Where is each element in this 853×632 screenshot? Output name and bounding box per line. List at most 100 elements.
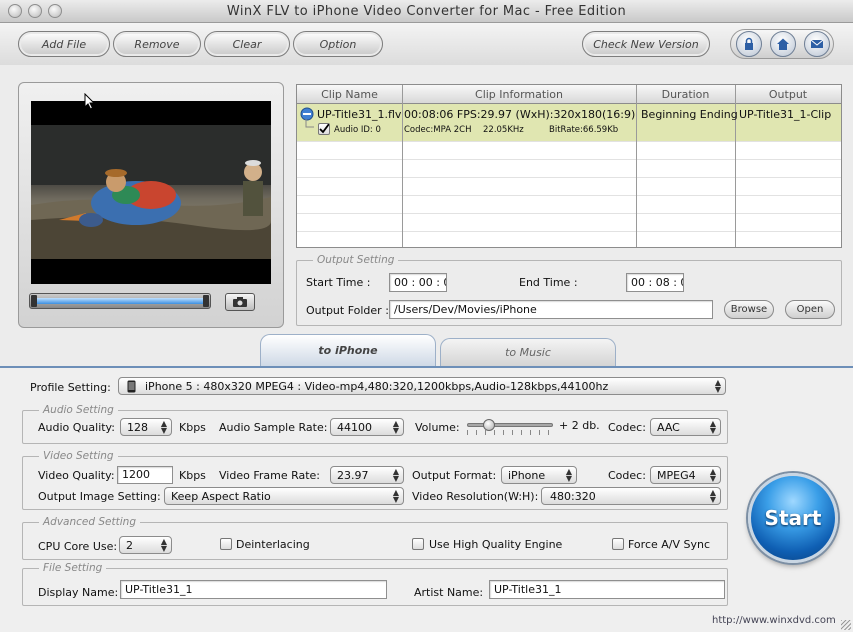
audio-codec-select[interactable]: AAC ▲ ▼ xyxy=(650,418,721,436)
title-bar: WinX FLV to iPhone Video Converter for M… xyxy=(0,0,853,23)
remove-button[interactable]: Remove xyxy=(113,31,201,57)
output-image-setting-select[interactable]: Keep Aspect Ratio ▲ ▼ xyxy=(164,487,404,505)
video-frame-rate-value: 23.97 xyxy=(337,469,369,482)
home-button[interactable] xyxy=(770,31,796,57)
open-button[interactable]: Open xyxy=(785,300,835,319)
tree-connector-icon xyxy=(305,119,314,128)
output-folder-field[interactable]: /Users/Dev/Movies/iPhone xyxy=(389,300,713,319)
output-image-setting-label: Output Image Setting: xyxy=(38,490,161,503)
output-format-value: iPhone xyxy=(508,469,546,482)
file-setting-group: File Setting Display Name: UP-Title31_1 … xyxy=(22,562,728,606)
cpu-core-label: CPU Core Use: xyxy=(38,540,118,553)
seek-bar[interactable] xyxy=(29,293,211,309)
window-title: WinX FLV to iPhone Video Converter for M… xyxy=(226,4,627,19)
check-version-button[interactable]: Check New Version xyxy=(582,31,710,57)
profile-select[interactable]: iPhone 5 : 480x320 MPEG4 : Video-mp4,480… xyxy=(118,377,726,395)
output-setting-legend: Output Setting xyxy=(313,254,399,266)
advanced-setting-legend: Advanced Setting xyxy=(39,516,140,528)
video-frame-rate-select[interactable]: 23.97 ▲ ▼ xyxy=(330,466,404,484)
artist-name-label: Artist Name: xyxy=(414,586,484,599)
video-codec-select[interactable]: MPEG4 ▲ ▼ xyxy=(650,466,721,484)
display-name-field[interactable]: UP-Title31_1 xyxy=(120,580,387,599)
cpu-core-value: 2 xyxy=(126,539,133,552)
audio-track-checkbox[interactable] xyxy=(318,123,330,135)
volume-ticks xyxy=(467,430,553,435)
select-arrows-icon: ▲ ▼ xyxy=(392,419,399,435)
audio-kbps-label: Kbps xyxy=(179,421,206,434)
end-time-field[interactable]: 00 : 08 : 06 xyxy=(626,273,684,292)
audio-codec-value: AAC xyxy=(657,421,680,434)
select-arrows-icon: ▲ ▼ xyxy=(709,488,716,504)
audio-bitrate-label: BitRate:66.59Kb xyxy=(549,125,619,135)
video-preview-panel xyxy=(18,82,284,328)
start-time-field[interactable]: 00 : 00 : 00 xyxy=(389,273,447,292)
advanced-setting-group: Advanced Setting CPU Core Use: 2 ▲ ▼ Deint… xyxy=(22,516,728,560)
file-setting-legend: File Setting xyxy=(39,562,107,574)
option-button[interactable]: Option xyxy=(293,31,383,57)
checkmark-icon xyxy=(319,124,329,134)
column-header-duration[interactable]: Duration xyxy=(636,88,735,101)
footer-website-link[interactable]: http://www.winxdvd.com xyxy=(712,615,836,626)
audio-setting-legend: Audio Setting xyxy=(39,404,118,416)
clear-button[interactable]: Clear xyxy=(204,31,290,57)
tab-to-iphone[interactable]: to iPhone xyxy=(260,334,436,366)
clip-output-cell[interactable]: UP-Title31_1-Clip xyxy=(739,108,831,121)
lock-icon xyxy=(745,37,753,50)
profile-value: iPhone 5 : 480x320 MPEG4 : Video-mp4,480… xyxy=(145,380,609,393)
settings-panel: Profile Setting: iPhone 5 : 480x320 MPEG… xyxy=(0,368,853,632)
video-frame-image xyxy=(31,125,271,259)
audio-id-label: Audio ID: 0 xyxy=(334,125,381,135)
display-name-label: Display Name: xyxy=(38,586,119,599)
seek-start-marker[interactable] xyxy=(31,295,37,307)
audio-sample-rate-select[interactable]: 44100 ▲ ▼ xyxy=(330,418,404,436)
select-arrows-icon: ▲ ▼ xyxy=(392,488,399,504)
video-setting-group: Video Setting Video Quality: 1200 Kbps V… xyxy=(22,450,728,510)
clip-duration-cell[interactable]: Beginning Ending xyxy=(641,108,738,121)
select-arrows-icon: ▲ ▼ xyxy=(709,419,716,435)
video-quality-field[interactable]: 1200 xyxy=(117,466,173,484)
audio-freq-label: 22.05KHz xyxy=(483,125,524,135)
clip-info-cell: 00:08:06 FPS:29.97 (WxH):320x180(16:9) xyxy=(404,108,636,121)
audio-codec-label: Codec: xyxy=(608,421,646,434)
camera-icon xyxy=(233,297,247,307)
email-button[interactable] xyxy=(804,31,830,57)
clip-name-cell: UP-Title31_1.flv xyxy=(317,108,402,121)
column-header-output[interactable]: Output xyxy=(735,88,841,101)
start-button[interactable]: Start xyxy=(748,473,838,563)
add-file-button[interactable]: Add File xyxy=(18,31,110,57)
column-header-clip-info[interactable]: Clip Information xyxy=(402,88,636,101)
snapshot-button[interactable] xyxy=(225,293,255,311)
video-resolution-select[interactable]: 480:320 ▲ ▼ xyxy=(541,487,721,505)
deinterlacing-label: Deinterlacing xyxy=(236,538,310,551)
output-image-setting-value: Keep Aspect Ratio xyxy=(171,490,271,503)
end-time-label: End Time : xyxy=(519,276,578,289)
browse-button[interactable]: Browse xyxy=(724,300,774,319)
video-quality-label: Video Quality: xyxy=(38,469,115,482)
mouse-cursor-icon xyxy=(84,93,96,110)
account-button[interactable] xyxy=(736,31,762,57)
column-header-clip-name[interactable]: Clip Name xyxy=(297,88,402,101)
volume-slider[interactable] xyxy=(467,423,553,427)
high-quality-engine-checkbox[interactable] xyxy=(412,538,424,550)
tab-to-music[interactable]: to Music xyxy=(440,338,616,366)
select-arrows-icon: ▲ ▼ xyxy=(565,467,572,483)
deinterlacing-checkbox[interactable] xyxy=(220,538,232,550)
audio-setting-group: Audio Setting Audio Quality: 128 ▲ ▼ Kbps … xyxy=(22,404,728,444)
select-arrows-icon: ▲ ▼ xyxy=(714,378,721,394)
artist-name-field[interactable]: UP-Title31_1 xyxy=(489,580,725,599)
select-arrows-icon: ▲ ▼ xyxy=(160,537,167,553)
force-av-sync-checkbox[interactable] xyxy=(612,538,624,550)
force-av-sync-label: Force A/V Sync xyxy=(628,538,711,551)
audio-quality-select[interactable]: 128 ▲ ▼ xyxy=(120,418,172,436)
high-quality-engine-label: Use High Quality Engine xyxy=(429,538,563,551)
output-setting-group: Output Setting Start Time : 00 : 00 : 00… xyxy=(296,254,842,326)
resize-grip-icon[interactable] xyxy=(841,620,851,630)
volume-label: Volume: xyxy=(415,421,460,434)
cpu-core-select[interactable]: 2 ▲ ▼ xyxy=(119,536,172,554)
iphone-device-icon xyxy=(127,380,136,393)
audio-quality-label: Audio Quality: xyxy=(38,421,115,434)
output-format-select[interactable]: iPhone ▲ ▼ xyxy=(501,466,577,484)
seek-track xyxy=(34,298,206,304)
profile-setting-label: Profile Setting: xyxy=(30,381,111,394)
seek-end-marker[interactable] xyxy=(203,295,209,307)
